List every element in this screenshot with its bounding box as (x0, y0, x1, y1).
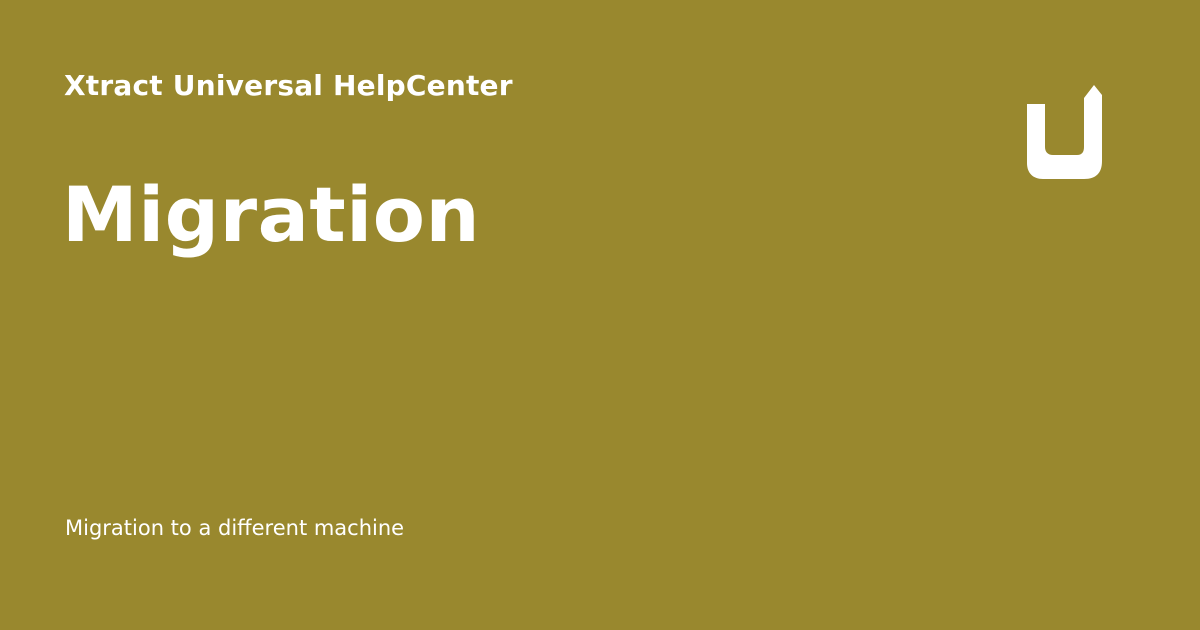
page-description: Migration to a different machine (65, 516, 405, 540)
social-preview-card: Xtract Universal HelpCenter Migration Mi… (0, 0, 1200, 630)
u-logo-icon (1027, 85, 1103, 181)
site-name: Xtract Universal HelpCenter (64, 69, 513, 102)
page-title: Migration (62, 170, 481, 259)
